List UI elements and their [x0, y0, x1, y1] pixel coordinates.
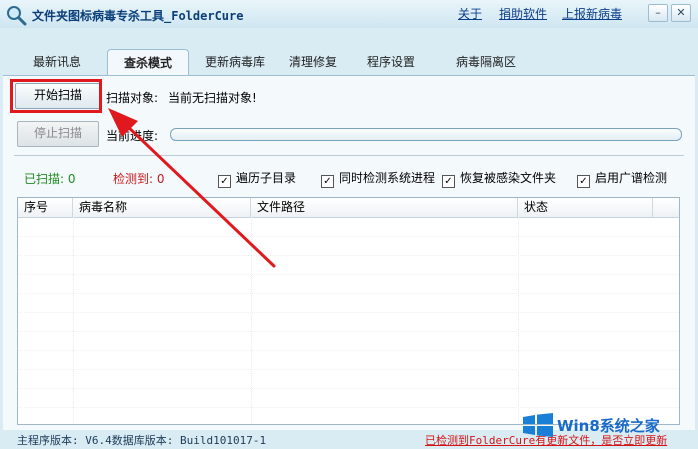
scanned-count: 已扫描: 0	[24, 172, 76, 186]
watermark-text: Win8系统之家	[557, 417, 660, 435]
tab-scan-mode[interactable]: 查杀模式	[107, 49, 189, 76]
minimize-button[interactable]: –	[648, 4, 668, 22]
checkbox-checked-icon[interactable]: ✓	[577, 175, 590, 188]
version-info: 主程序版本: V6.4数据库版本: Build101017-1	[17, 434, 267, 447]
scan-target-value: 当前无扫描对象!	[168, 91, 257, 105]
row-divider	[18, 407, 679, 408]
progress-label: 当前进度:	[106, 129, 159, 143]
row-divider	[18, 369, 679, 370]
magnifier-app-icon	[7, 6, 27, 26]
results-table[interactable]: 序号 病毒名称 文件路径 状态	[17, 197, 680, 425]
tab-latest-news[interactable]: 最新讯息	[22, 49, 92, 75]
tab-bar: 最新讯息 查杀模式 更新病毒库 清理修复 程序设置 病毒隔离区	[0, 49, 698, 76]
option-label: 恢复被感染文件夹	[460, 171, 557, 185]
tab-clean-repair[interactable]: 清理修复	[280, 49, 346, 75]
column-header-file-path[interactable]: 文件路径	[251, 198, 518, 217]
option-label: 遍历子目录	[236, 171, 297, 185]
column-header-virus-name[interactable]: 病毒名称	[73, 198, 251, 217]
checkbox-checked-icon[interactable]: ✓	[442, 175, 455, 188]
row-divider	[18, 312, 679, 313]
tab-update-database[interactable]: 更新病毒库	[198, 49, 272, 75]
detected-count: 检测到: 0	[113, 172, 165, 186]
column-divider	[518, 217, 519, 424]
row-divider	[18, 388, 679, 389]
column-header-index[interactable]: 序号	[18, 198, 73, 217]
checkbox-checked-icon[interactable]: ✓	[218, 175, 231, 188]
start-scan-highlight-box	[10, 79, 102, 113]
divider	[14, 155, 684, 156]
close-button[interactable]: ✕	[671, 4, 691, 22]
row-divider	[18, 350, 679, 351]
option-restore-folders[interactable]: ✓ 恢复被感染文件夹	[442, 169, 556, 188]
about-link[interactable]: 关于	[458, 5, 482, 22]
tab-settings[interactable]: 程序设置	[358, 49, 424, 75]
column-divider	[251, 217, 252, 424]
stop-scan-button[interactable]: 停止扫描	[17, 121, 99, 147]
report-virus-link[interactable]: 上报新病毒	[562, 5, 622, 22]
column-divider	[73, 217, 74, 424]
option-system-processes[interactable]: ✓ 同时检测系统进程	[321, 169, 435, 188]
row-divider	[18, 236, 679, 237]
tab-quarantine[interactable]: 病毒隔离区	[446, 49, 526, 75]
option-subdirectories[interactable]: ✓ 遍历子目录	[218, 169, 296, 188]
row-divider	[18, 293, 679, 294]
site-watermark: Win8系统之家	[519, 409, 695, 441]
option-label: 同时检测系统进程	[339, 171, 436, 185]
row-divider	[18, 274, 679, 275]
donate-link[interactable]: 捐助软件	[499, 5, 547, 22]
column-header-status[interactable]: 状态	[518, 198, 653, 217]
scan-progress-bar	[170, 128, 682, 141]
table-header: 序号 病毒名称 文件路径 状态	[18, 198, 679, 218]
option-label: 启用广谱检测	[595, 171, 668, 185]
row-divider	[18, 331, 679, 332]
scan-target-label: 扫描对象:	[106, 91, 159, 105]
checkbox-checked-icon[interactable]: ✓	[321, 175, 334, 188]
row-divider	[18, 255, 679, 256]
title-bar: 文件夹图标病毒专杀工具_FolderCure 关于 捐助软件 上报新病毒 – ✕	[0, 0, 698, 28]
window-title: 文件夹图标病毒专杀工具_FolderCure	[32, 9, 244, 23]
option-heuristic-detection[interactable]: ✓ 启用广谱检测	[577, 169, 667, 188]
windows-logo-icon	[523, 413, 553, 437]
